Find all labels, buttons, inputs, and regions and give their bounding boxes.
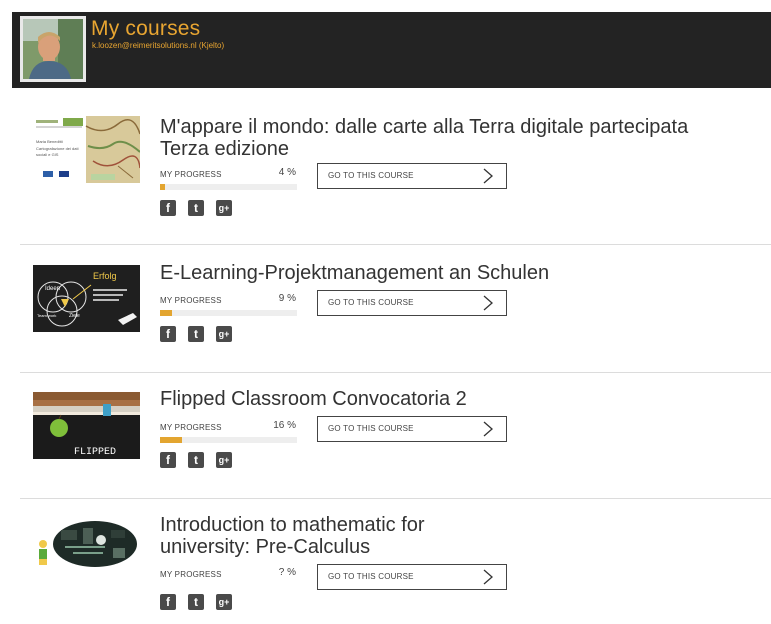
go-to-course-button[interactable]: GO TO THIS COURSE — [317, 163, 507, 189]
course-title-line: Introduction to mathematic for — [160, 514, 425, 536]
divider — [20, 244, 771, 245]
progress-label: MY PROGRESS — [160, 423, 222, 432]
go-to-course-button[interactable]: GO TO THIS COURSE — [317, 564, 507, 590]
thumb-text-2: Cartografazione dei dati — [36, 146, 79, 151]
course-thumbnail[interactable]: Maria Beneditti Cartografazione dei dati… — [33, 116, 140, 183]
google-plus-icon[interactable]: g+ — [216, 594, 232, 610]
google-plus-icon[interactable]: g+ — [216, 326, 232, 342]
page-title: My courses — [91, 17, 201, 40]
go-to-course-label: GO TO THIS COURSE — [328, 424, 414, 433]
course-thumbnail[interactable] — [33, 516, 140, 583]
course-title-line: Terza edizione — [160, 138, 289, 160]
progress-bar-fill — [160, 184, 166, 190]
thumb-word-ideen: Ideen — [45, 286, 60, 292]
divider — [20, 372, 771, 373]
google-plus-icon[interactable]: g+ — [216, 200, 232, 216]
progress-bar — [160, 437, 297, 443]
progress-label: MY PROGRESS — [160, 570, 222, 579]
go-to-course-label: GO TO THIS COURSE — [328, 298, 414, 307]
google-plus-icon[interactable]: g+ — [216, 452, 232, 468]
progress-label: MY PROGRESS — [160, 170, 222, 179]
course-thumbnail[interactable]: FLIPPED — [33, 392, 140, 459]
user-email: k.loozen@reimeritsolutions.nl (Kjelto) — [92, 41, 225, 50]
progress-value: 16 % — [273, 420, 296, 431]
avatar[interactable] — [20, 16, 86, 82]
twitter-icon[interactable]: t — [188, 200, 204, 216]
progress-bar-fill — [160, 310, 173, 316]
progress-bar — [160, 184, 297, 190]
go-to-course-label: GO TO THIS COURSE — [328, 171, 414, 180]
chevron-right-icon — [483, 421, 493, 437]
thumb-word-team: Team work — [37, 313, 56, 318]
twitter-icon[interactable]: t — [188, 326, 204, 342]
progress-bar-fill — [160, 437, 182, 443]
progress-value: 4 % — [278, 167, 296, 178]
page-header: My courses k.loozen@reimeritsolutions.nl… — [12, 12, 771, 88]
divider — [20, 498, 771, 499]
twitter-icon[interactable]: t — [188, 452, 204, 468]
go-to-course-label: GO TO THIS COURSE — [328, 572, 414, 581]
progress-value: 9 % — [278, 293, 296, 304]
thumb-word-flipped: FLIPPED — [74, 447, 116, 458]
go-to-course-button[interactable]: GO TO THIS COURSE — [317, 416, 507, 442]
progress-value: ? % — [278, 567, 296, 578]
chevron-right-icon — [483, 295, 493, 311]
facebook-icon[interactable]: f — [160, 594, 176, 610]
course-title-line: M'appare il mondo: dalle carte alla Terr… — [160, 116, 689, 138]
chevron-right-icon — [483, 569, 493, 585]
thumb-word-erfolg: Erfolg — [93, 271, 117, 281]
twitter-icon[interactable]: t — [188, 594, 204, 610]
chevron-right-icon — [483, 168, 493, 184]
course-title-line: university: Pre-Calculus — [160, 536, 371, 558]
course-title-line: Flipped Classroom Convocatoria 2 — [160, 388, 467, 410]
facebook-icon[interactable]: f — [160, 452, 176, 468]
course-title[interactable]: M'appare il mondo: dalle carte alla Terr… — [160, 116, 760, 160]
course-thumbnail[interactable]: Ideen Erfolg Team work Ziele — [33, 265, 140, 332]
course-title[interactable]: E-Learning-Projektmanagement an Schulen — [160, 262, 760, 284]
course-title[interactable]: Introduction to mathematic for universit… — [160, 514, 760, 558]
user-photo — [23, 19, 83, 79]
progress-label: MY PROGRESS — [160, 296, 222, 305]
course-title-line: E-Learning-Projektmanagement an Schulen — [160, 262, 550, 284]
facebook-icon[interactable]: f — [160, 326, 176, 342]
progress-bar — [160, 310, 297, 316]
thumb-word-ziele: Ziele — [69, 313, 80, 319]
go-to-course-button[interactable]: GO TO THIS COURSE — [317, 290, 507, 316]
thumb-text-3: sociali e GIS — [36, 152, 59, 157]
course-title[interactable]: Flipped Classroom Convocatoria 2 — [160, 388, 760, 410]
thumb-text-1: Maria Beneditti — [36, 139, 63, 144]
facebook-icon[interactable]: f — [160, 200, 176, 216]
